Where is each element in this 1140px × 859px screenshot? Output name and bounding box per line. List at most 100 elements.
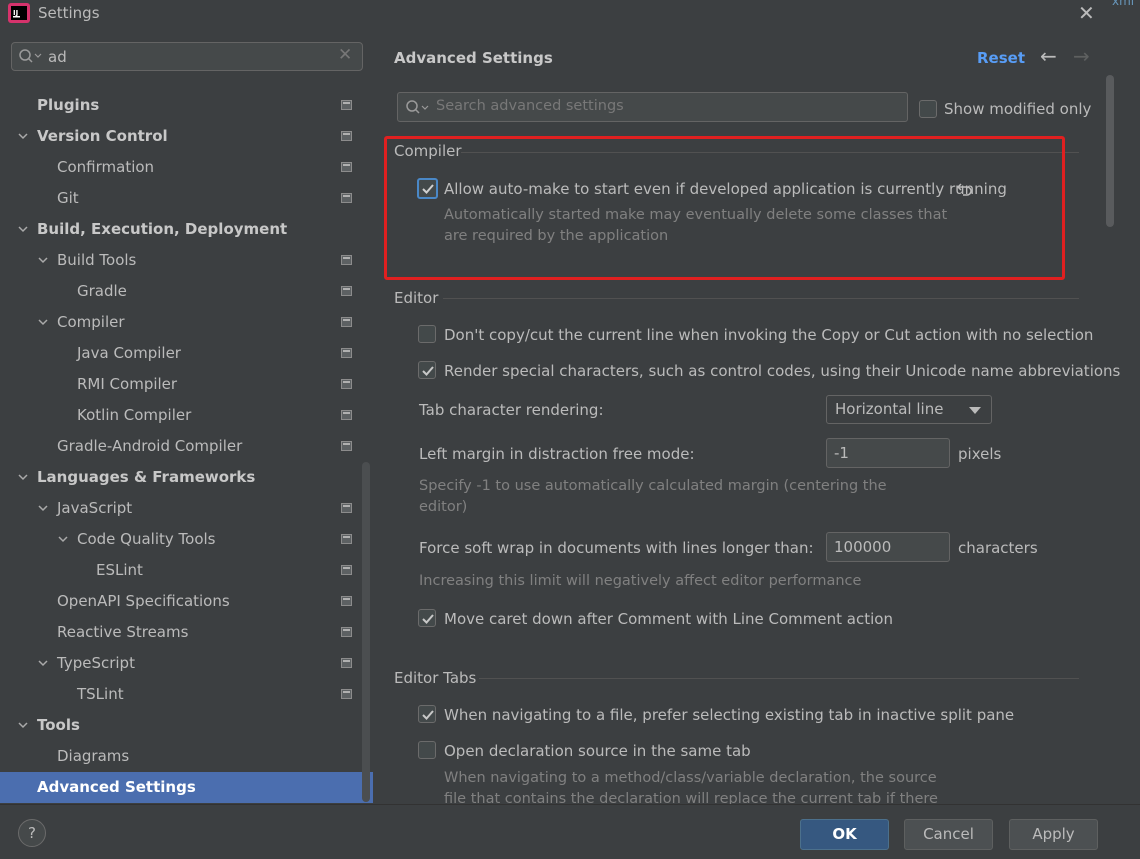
- chevron-down-icon[interactable]: [37, 657, 49, 669]
- chevron-down-icon[interactable]: [57, 533, 69, 545]
- project-settings-icon: [341, 565, 352, 575]
- sidebar-item-label: JavaScript: [57, 499, 133, 517]
- dropdown-arrow-icon: [969, 407, 981, 414]
- sidebar-item-rmi-compiler[interactable]: RMI Compiler: [0, 369, 373, 400]
- settings-search-input[interactable]: ad ✕: [11, 42, 363, 71]
- forward-arrow-icon[interactable]: →: [1073, 44, 1090, 68]
- sidebar-item-label: ESLint: [96, 561, 143, 579]
- back-arrow-icon[interactable]: ←: [1040, 44, 1057, 68]
- sidebar-item-label: Advanced Settings: [37, 778, 196, 796]
- render-special-label: Render special characters, such as contr…: [444, 362, 1121, 380]
- sidebar-item-label: TypeScript: [57, 654, 135, 672]
- sidebar-item-advanced-settings[interactable]: Advanced Settings: [0, 772, 373, 803]
- move-caret-checkbox[interactable]: [418, 609, 436, 627]
- project-settings-icon: [341, 379, 352, 389]
- sidebar-item-gradle-android-compiler[interactable]: Gradle-Android Compiler: [0, 431, 373, 462]
- sidebar-item-code-quality-tools[interactable]: Code Quality Tools: [0, 524, 373, 555]
- sidebar-item-label: Build Tools: [57, 251, 137, 269]
- sidebar-item-label: RMI Compiler: [77, 375, 178, 393]
- sidebar-item-version-control[interactable]: Version Control: [0, 121, 373, 152]
- intellij-app-icon: IJ: [8, 3, 30, 23]
- clear-search-icon[interactable]: ✕: [338, 45, 352, 65]
- sidebar-item-label: OpenAPI Specifications: [57, 592, 230, 610]
- project-settings-icon: [341, 658, 352, 668]
- left-margin-description-2: editor): [419, 499, 468, 515]
- sidebar-item-label: Git: [57, 189, 79, 207]
- left-margin-value: -1: [834, 444, 849, 462]
- sidebar-item-git[interactable]: Git: [0, 183, 373, 214]
- sidebar-item-tools[interactable]: Tools: [0, 710, 373, 741]
- tab-rendering-dropdown[interactable]: Horizontal line: [826, 395, 992, 424]
- window-title: Settings: [38, 4, 100, 22]
- apply-button[interactable]: Apply: [1009, 819, 1098, 850]
- sidebar-item-label: Gradle: [77, 282, 127, 300]
- sidebar-item-label: Languages & Frameworks: [37, 468, 256, 486]
- copy-cut-checkbox[interactable]: [418, 325, 436, 343]
- open-same-tab-description: When navigating to a method/class/variab…: [444, 770, 937, 786]
- advanced-settings-search-input[interactable]: Search advanced settings: [397, 92, 908, 122]
- chevron-down-icon[interactable]: [37, 254, 49, 266]
- sidebar-item-confirmation[interactable]: Confirmation: [0, 152, 373, 183]
- chevron-down-icon[interactable]: [17, 719, 29, 731]
- sidebar-item-gradle[interactable]: Gradle: [0, 276, 373, 307]
- soft-wrap-value: 100000: [834, 538, 892, 556]
- sidebar-item-openapi-specifications[interactable]: OpenAPI Specifications: [0, 586, 373, 617]
- sidebar-scrollbar[interactable]: [362, 462, 370, 802]
- close-icon[interactable]: ✕: [1078, 1, 1095, 25]
- sidebar-item-diagrams[interactable]: Diagrams: [0, 741, 373, 772]
- soft-wrap-unit: characters: [958, 539, 1038, 557]
- section-divider: [443, 298, 1079, 299]
- project-settings-icon: [341, 441, 352, 451]
- sidebar-item-label: Build, Execution, Deployment: [37, 220, 288, 238]
- project-settings-icon: [341, 689, 352, 699]
- cancel-button[interactable]: Cancel: [904, 819, 993, 850]
- sidebar-item-label: Reactive Streams: [57, 623, 189, 641]
- sidebar-item-build-execution-deployment[interactable]: Build, Execution, Deployment: [0, 214, 373, 245]
- title-bar: IJ Settings xml ✕: [0, 0, 1140, 30]
- advanced-settings-panel: Advanced Settings Reset ← → Search advan…: [373, 30, 1140, 804]
- prefer-existing-tab-label: When navigating to a file, prefer select…: [444, 706, 1015, 724]
- open-same-tab-label: Open declaration source in the same tab: [444, 742, 751, 760]
- chevron-down-icon[interactable]: [37, 316, 49, 328]
- sidebar-item-label: Plugins: [37, 96, 100, 114]
- left-margin-input[interactable]: -1: [826, 438, 950, 468]
- chevron-down-icon[interactable]: [17, 223, 29, 235]
- tab-rendering-value: Horizontal line: [835, 400, 944, 418]
- sidebar-item-languages-frameworks[interactable]: Languages & Frameworks: [0, 462, 373, 493]
- sidebar-item-label: Code Quality Tools: [77, 530, 216, 548]
- sidebar-item-tslint[interactable]: TSLint: [0, 679, 373, 710]
- dialog-footer: ? OK Cancel Apply: [0, 804, 1140, 859]
- sidebar-item-typescript[interactable]: TypeScript: [0, 648, 373, 679]
- sidebar-item-kotlin-compiler[interactable]: Kotlin Compiler: [0, 400, 373, 431]
- sidebar-item-java-compiler[interactable]: Java Compiler: [0, 338, 373, 369]
- checkmark-icon: [422, 710, 434, 720]
- sidebar-item-eslint[interactable]: ESLint: [0, 555, 373, 586]
- move-caret-label: Move caret down after Comment with Line …: [444, 610, 893, 628]
- prefer-existing-tab-checkbox[interactable]: [418, 705, 436, 723]
- help-button[interactable]: ?: [18, 819, 46, 847]
- project-settings-icon: [341, 503, 352, 513]
- content-scrollbar[interactable]: [1106, 75, 1114, 227]
- open-same-tab-checkbox[interactable]: [418, 741, 436, 759]
- soft-wrap-input[interactable]: 100000: [826, 532, 950, 562]
- checkmark-icon: [422, 366, 434, 376]
- chevron-down-icon[interactable]: [17, 471, 29, 483]
- soft-wrap-label: Force soft wrap in documents with lines …: [419, 539, 814, 557]
- render-special-checkbox[interactable]: [418, 361, 436, 379]
- sidebar-item-label: Kotlin Compiler: [77, 406, 192, 424]
- sidebar-item-compiler[interactable]: Compiler: [0, 307, 373, 338]
- chevron-down-icon[interactable]: [37, 502, 49, 514]
- project-settings-icon: [341, 348, 352, 358]
- sidebar-item-build-tools[interactable]: Build Tools: [0, 245, 373, 276]
- project-settings-icon: [341, 131, 352, 141]
- sidebar-item-javascript[interactable]: JavaScript: [0, 493, 373, 524]
- sidebar-item-reactive-streams[interactable]: Reactive Streams: [0, 617, 373, 648]
- project-settings-icon: [341, 255, 352, 265]
- reset-link[interactable]: Reset: [977, 49, 1025, 67]
- show-modified-checkbox[interactable]: [919, 100, 937, 118]
- ok-button[interactable]: OK: [800, 819, 889, 850]
- sidebar-item-plugins[interactable]: Plugins: [0, 90, 373, 121]
- chevron-down-icon[interactable]: [17, 130, 29, 142]
- left-margin-unit: pixels: [958, 445, 1002, 463]
- sidebar-item-label: Version Control: [37, 127, 168, 145]
